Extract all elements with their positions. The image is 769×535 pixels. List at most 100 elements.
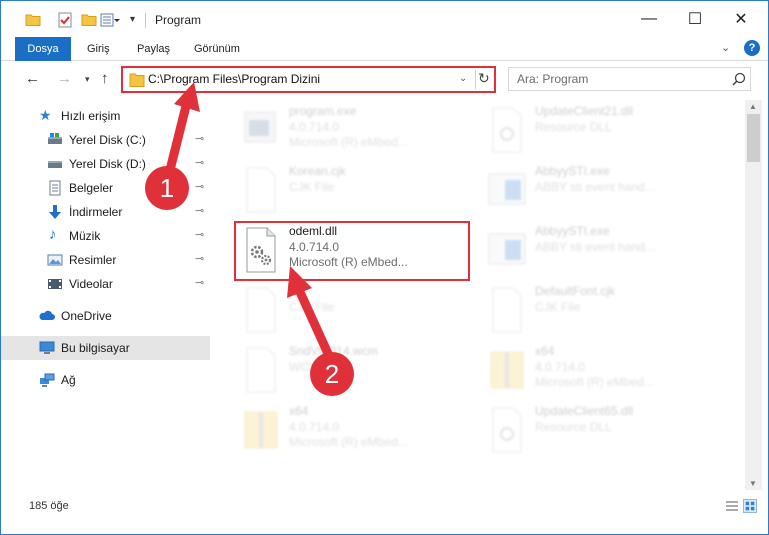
recent-locations-dropdown-icon[interactable]: ▾ bbox=[85, 74, 90, 85]
file-description: CJK File bbox=[535, 300, 581, 314]
zip-folder-icon bbox=[244, 411, 278, 449]
tab-home[interactable]: Giriş bbox=[79, 37, 118, 61]
list-item[interactable]: UpdateClient21.dll Resource DLL bbox=[481, 102, 731, 160]
file-description: Microsoft (R) eMbed... bbox=[289, 135, 408, 149]
search-box[interactable]: Ara: Program bbox=[508, 67, 751, 91]
item-count: 185 öğe bbox=[29, 500, 69, 512]
customize-toolbar-icon[interactable] bbox=[100, 12, 120, 28]
file-name: x64 bbox=[289, 404, 309, 418]
sidebar-item-label: Videolar bbox=[69, 277, 113, 291]
onedrive-icon bbox=[39, 310, 55, 320]
forward-button[interactable]: → bbox=[57, 70, 72, 87]
pin-icon[interactable]: ⊸ bbox=[195, 276, 204, 289]
list-item[interactable]: UpdateClient65.dll Resource DLL bbox=[481, 402, 731, 460]
pin-icon[interactable]: ⊸ bbox=[195, 156, 204, 169]
downloads-icon bbox=[49, 205, 61, 219]
sidebar-item-network[interactable]: Ağ bbox=[1, 368, 210, 392]
blank-file-icon bbox=[246, 347, 276, 393]
address-path[interactable]: C:\Program Files\Program Dizini bbox=[148, 72, 320, 86]
dll-icon bbox=[492, 107, 522, 153]
drive-icon bbox=[48, 161, 62, 168]
zip-folder-icon bbox=[490, 351, 524, 389]
sidebar-item-videos[interactable]: Videolar ⊸ bbox=[1, 272, 210, 296]
sidebar-item-label: Yerel Disk (D:) bbox=[69, 157, 146, 171]
list-item[interactable]: DefaultFont.cjk CJK File bbox=[481, 282, 731, 340]
pin-icon[interactable]: ⊸ bbox=[195, 204, 204, 217]
scroll-down-icon[interactable]: ▼ bbox=[749, 479, 757, 488]
sidebar-item-quick-access[interactable]: ★ Hızlı erişim bbox=[1, 104, 210, 128]
sidebar-item-pictures[interactable]: Resimler ⊸ bbox=[1, 248, 210, 272]
target-file-highlight bbox=[234, 221, 470, 281]
properties-check-icon[interactable] bbox=[57, 12, 73, 28]
quick-access-dropdown-icon[interactable]: ▾ bbox=[130, 14, 135, 30]
videos-icon bbox=[48, 279, 62, 289]
sidebar-item-label: Belgeler bbox=[69, 181, 114, 195]
back-button[interactable]: ← bbox=[25, 70, 40, 87]
close-button[interactable]: ✕ bbox=[718, 1, 764, 37]
exe-icon bbox=[244, 111, 276, 143]
documents-icon bbox=[49, 180, 61, 196]
sidebar-item-label: Resimler bbox=[69, 253, 117, 267]
tab-share[interactable]: Paylaş bbox=[129, 37, 178, 61]
sidebar-item-label: Hızlı erişim bbox=[61, 109, 121, 123]
list-item[interactable]: CJK File bbox=[235, 282, 485, 340]
file-name: AbbyySTI.exe bbox=[535, 164, 610, 178]
pin-icon[interactable]: ⊸ bbox=[195, 132, 204, 145]
search-input[interactable]: Ara: Program bbox=[517, 72, 588, 86]
address-separator bbox=[475, 70, 476, 89]
file-description: Resource DLL bbox=[535, 420, 612, 434]
drive-icon bbox=[48, 133, 62, 144]
star-icon: ★ bbox=[39, 107, 52, 123]
minimize-button[interactable]: — bbox=[626, 1, 672, 37]
pin-icon[interactable]: ⊸ bbox=[195, 228, 204, 241]
pin-icon[interactable]: ⊸ bbox=[195, 252, 204, 265]
tab-view[interactable]: Görünüm bbox=[186, 37, 248, 61]
app-window-icon bbox=[488, 173, 526, 205]
sidebar-item-music[interactable]: ♪ Müzik ⊸ bbox=[1, 224, 210, 248]
sidebar-item-local-disk-c[interactable]: Yerel Disk (C:) ⊸ bbox=[1, 128, 210, 152]
list-item[interactable]: Korean.cjk CJK File bbox=[235, 162, 485, 220]
file-description: CJK File bbox=[289, 180, 335, 194]
details-view-icon[interactable] bbox=[725, 499, 739, 513]
tiles-view-icon[interactable] bbox=[743, 499, 757, 513]
maximize-button[interactable]: ☐ bbox=[672, 1, 718, 37]
dll-icon bbox=[492, 407, 522, 453]
status-bar: 185 öğe bbox=[1, 491, 768, 534]
refresh-icon[interactable]: ↻ bbox=[478, 70, 490, 87]
vertical-scrollbar[interactable]: ▲ ▼ bbox=[745, 100, 762, 490]
expand-ribbon-icon[interactable]: ⌄ bbox=[721, 41, 730, 54]
list-item[interactable]: program.exe 4.0.714.0 Microsoft (R) eMbe… bbox=[235, 102, 485, 160]
address-bar[interactable]: C:\Program Files\Program Dizini ⌄ ↻ bbox=[121, 66, 496, 93]
file-name: DefaultFont.cjk bbox=[535, 284, 616, 298]
sidebar-item-label: İndirmeler bbox=[69, 205, 123, 219]
navigation-pane: ★ Hızlı erişim Yerel Disk (C:) ⊸ Yerel D… bbox=[1, 100, 210, 490]
list-item[interactable]: x64 4.0.714.0 Microsoft (R) eMbed... bbox=[235, 402, 485, 460]
file-name: Korean.cjk bbox=[289, 164, 346, 178]
scrollbar-thumb[interactable] bbox=[747, 114, 760, 162]
file-description: ABBY sti event hand... bbox=[535, 240, 655, 254]
sidebar-item-this-pc[interactable]: Bu bilgisayar bbox=[1, 336, 210, 360]
window-title: Program bbox=[155, 13, 202, 27]
list-item[interactable]: SndVMP14.wcm WCM File bbox=[235, 342, 485, 400]
new-folder-icon[interactable] bbox=[81, 12, 97, 28]
music-icon: ♪ bbox=[49, 226, 57, 243]
search-icon[interactable] bbox=[731, 71, 747, 87]
tab-file[interactable]: Dosya bbox=[15, 37, 71, 61]
blank-file-icon bbox=[246, 287, 276, 333]
sidebar-item-onedrive[interactable]: OneDrive bbox=[1, 304, 210, 328]
title-bar: ▾ Program — ☐ ✕ bbox=[1, 1, 768, 37]
file-version: 4.0.714.0 bbox=[289, 420, 340, 434]
sidebar-item-label: Bu bilgisayar bbox=[61, 341, 130, 355]
list-item[interactable]: AbbyySTI.exe ABBY sti event hand... bbox=[481, 222, 731, 280]
list-item[interactable]: x64 4.0.714.0 Microsoft (R) eMbed... bbox=[481, 342, 731, 400]
file-name: AbbyySTI.exe bbox=[535, 224, 610, 238]
help-icon[interactable]: ? bbox=[744, 40, 760, 56]
pictures-icon bbox=[47, 254, 63, 266]
list-item[interactable]: AbbyySTI.exe ABBY sti event hand... bbox=[481, 162, 731, 220]
ribbon-tabs: Dosya Giriş Paylaş Görünüm ⌄ ? bbox=[1, 37, 768, 61]
address-dropdown-icon[interactable]: ⌄ bbox=[459, 73, 467, 84]
pin-icon[interactable]: ⊸ bbox=[195, 180, 204, 193]
sidebar-item-label: Müzik bbox=[69, 229, 101, 243]
scroll-up-icon[interactable]: ▲ bbox=[749, 102, 757, 111]
up-button[interactable]: ↑ bbox=[101, 70, 109, 87]
